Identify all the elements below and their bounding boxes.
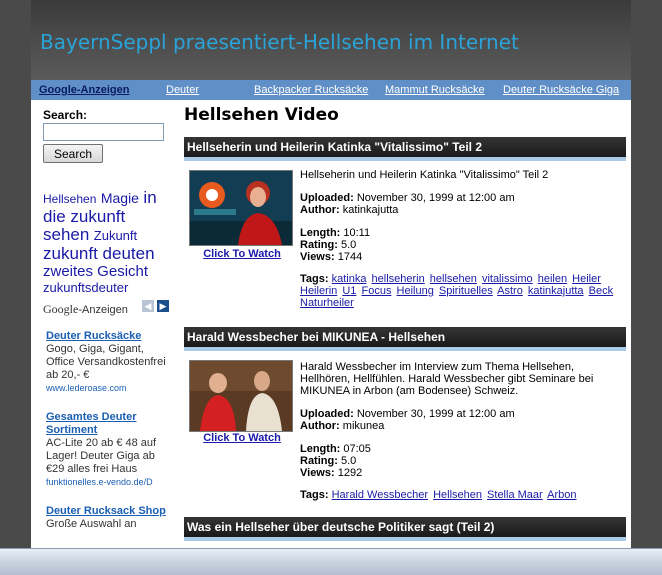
tag-link[interactable]: Naturheiler [300, 297, 354, 309]
sidebar-ad: Deuter Rucksäcke Gogo, Giga, Gigant, Off… [46, 330, 169, 395]
views-label: Views: [300, 251, 335, 263]
tag-zukunftsdeuter[interactable]: zukunftsdeuter [43, 280, 128, 295]
tag-magie[interactable]: Magie [101, 190, 139, 206]
video-info: Hellseherin und Heilerin Katinka "Vitali… [300, 169, 626, 309]
tag-link[interactable]: Astro [497, 285, 523, 297]
video-info: Harald Wessbecher im Interview zum Thema… [300, 361, 626, 501]
author-value: mikunea [342, 420, 385, 432]
rating-value: 5.0 [340, 239, 357, 251]
tag-zukunft-deuten[interactable]: zukunft deuten [43, 244, 155, 263]
views-label: Views: [300, 467, 335, 479]
ad-description: Große Auswahl an [46, 517, 137, 530]
ad-title[interactable]: Deuter Rucksack Shop [46, 505, 169, 518]
video-thumbnail[interactable] [189, 170, 293, 246]
tag-link[interactable]: Arbon [547, 489, 576, 501]
video-tags: Tags: katinka hellseherin hellsehen vita… [300, 273, 626, 309]
tag-link[interactable]: Focus [361, 285, 391, 297]
tags-label: Tags: [300, 489, 329, 501]
ad-link-deuter-giga[interactable]: Deuter Rucksäcke Giga [503, 84, 619, 96]
video-title-bar[interactable]: Hellseherin und Heilerin Katinka "Vitali… [184, 137, 626, 161]
rating-value: 5.0 [340, 455, 357, 467]
ad-link-deuter[interactable]: Deuter [166, 84, 199, 96]
rating-label: Rating: [300, 455, 338, 467]
google-ads-label[interactable]: Google-Anzeigen [39, 84, 129, 96]
views-value: 1292 [337, 467, 363, 479]
ad-link-bar: Google-Anzeigen Deuter Backpacker Rucksä… [31, 80, 631, 100]
prev-arrow-icon[interactable]: ◀ [142, 299, 154, 312]
ad-title[interactable]: Gesamtes Deuter Sortiment [46, 411, 169, 437]
video-thumbnail[interactable] [189, 360, 293, 432]
ad-url[interactable]: funktionelles.e-vendo.de/D [46, 476, 169, 489]
site-header: BayernSeppl praesentiert-Hellsehen im In… [31, 0, 631, 80]
tag-link[interactable]: Spirituelles [439, 285, 493, 297]
search-button[interactable]: Search [43, 144, 104, 163]
video-description: Hellseherin und Heilerin Katinka "Vitali… [300, 169, 549, 181]
tag-zukunft[interactable]: Zukunft [94, 228, 137, 243]
author-label: Author: [300, 420, 340, 432]
tag-link[interactable]: hellsehen [430, 273, 477, 285]
tag-link[interactable]: Heiler [572, 273, 601, 285]
uploaded-label: Uploaded: [300, 192, 354, 204]
tags-label: Tags: [300, 273, 329, 285]
video-title-bar[interactable]: Was ein Hellseher über deutsche Politike… [184, 517, 626, 541]
author-label: Author: [300, 204, 340, 216]
video-entry: Hellseherin und Heilerin Katinka "Vitali… [184, 137, 626, 309]
ad-link-mammut[interactable]: Mammut Rucksäcke [385, 84, 485, 96]
video-entry: Harald Wessbecher bei MIKUNEA - Hellsehe… [184, 327, 626, 501]
length-label: Length: [300, 227, 341, 239]
google-ads-branding: Google-Anzeigen [43, 301, 128, 316]
page-title: Hellsehen Video [184, 105, 339, 125]
sidebar: Search: Search Hellsehen Magie in die zu… [43, 108, 169, 531]
tag-link[interactable]: Harald Wessbecher [332, 489, 428, 501]
rating-label: Rating: [300, 239, 338, 251]
length-label: Length: [300, 443, 341, 455]
uploaded-value: November 30, 1999 at 12:00 am [356, 408, 515, 420]
tag-link[interactable]: vitalissimo [482, 273, 533, 285]
tag-link[interactable]: Hellsehen [433, 489, 482, 501]
length-value: 07:05 [343, 443, 371, 455]
video-description: Harald Wessbecher im Interview zum Thema… [300, 361, 594, 397]
tag-cloud: Hellsehen Magie in die zukunft sehen Zuk… [43, 189, 169, 297]
main-content: Hellsehen Video Hellseherin und Heilerin… [184, 105, 626, 541]
video-entry: Was ein Hellseher über deutsche Politike… [184, 517, 626, 541]
author-value: katinkajutta [342, 204, 399, 216]
ad-title[interactable]: Deuter Rucksäcke [46, 330, 169, 343]
page: BayernSeppl praesentiert-Hellsehen im In… [31, 0, 631, 574]
watch-link[interactable]: Click To Watch [189, 248, 295, 260]
ad-description: Gogo, Giga, Gigant, Office Versandkosten… [46, 342, 166, 381]
video-title-bar[interactable]: Harald Wessbecher bei MIKUNEA - Hellsehe… [184, 327, 626, 351]
tag-link[interactable]: katinka [332, 273, 367, 285]
uploaded-value: November 30, 1999 at 12:00 am [356, 192, 515, 204]
ad-description: AC-Lite 20 ab € 48 auf Lager! Deuter Gig… [46, 436, 157, 475]
tag-zweites-gesicht[interactable]: zweites Gesicht [43, 263, 148, 280]
length-value: 10:11 [343, 227, 371, 239]
google-ads-row: Google-Anzeigen ◀ ▶ [43, 299, 169, 316]
taskbar [0, 548, 662, 575]
tag-link[interactable]: hellseherin [372, 273, 425, 285]
tag-link[interactable]: heilen [538, 273, 567, 285]
ad-link-backpacker[interactable]: Backpacker Rucksäcke [254, 84, 368, 96]
tag-link[interactable]: katinkajutta [528, 285, 584, 297]
tag-link[interactable]: Beck [589, 285, 613, 297]
tag-hellsehen[interactable]: Hellsehen [43, 192, 96, 206]
ad-url[interactable]: www.lederoase.com [46, 382, 169, 395]
tag-link[interactable]: Heilung [397, 285, 434, 297]
video-tags: Tags: Harald Wessbecher Hellsehen Stella… [300, 489, 626, 501]
tag-link[interactable]: U1 [342, 285, 356, 297]
tag-link[interactable]: Stella Maar [487, 489, 543, 501]
uploaded-label: Uploaded: [300, 408, 354, 420]
views-value: 1744 [337, 251, 363, 263]
tag-link[interactable]: Heilerin [300, 285, 337, 297]
sidebar-ad: Gesamtes Deuter Sortiment AC-Lite 20 ab … [46, 411, 169, 489]
google-logo: Google [43, 301, 79, 316]
ads-suffix: -Anzeigen [78, 303, 128, 316]
watch-link[interactable]: Click To Watch [189, 432, 295, 444]
site-title: BayernSeppl praesentiert-Hellsehen im In… [40, 30, 519, 54]
search-input[interactable] [43, 123, 164, 141]
search-label: Search: [43, 108, 88, 122]
sidebar-ad: Deuter Rucksack Shop Große Auswahl an [46, 505, 169, 531]
next-arrow-icon[interactable]: ▶ [157, 299, 169, 312]
